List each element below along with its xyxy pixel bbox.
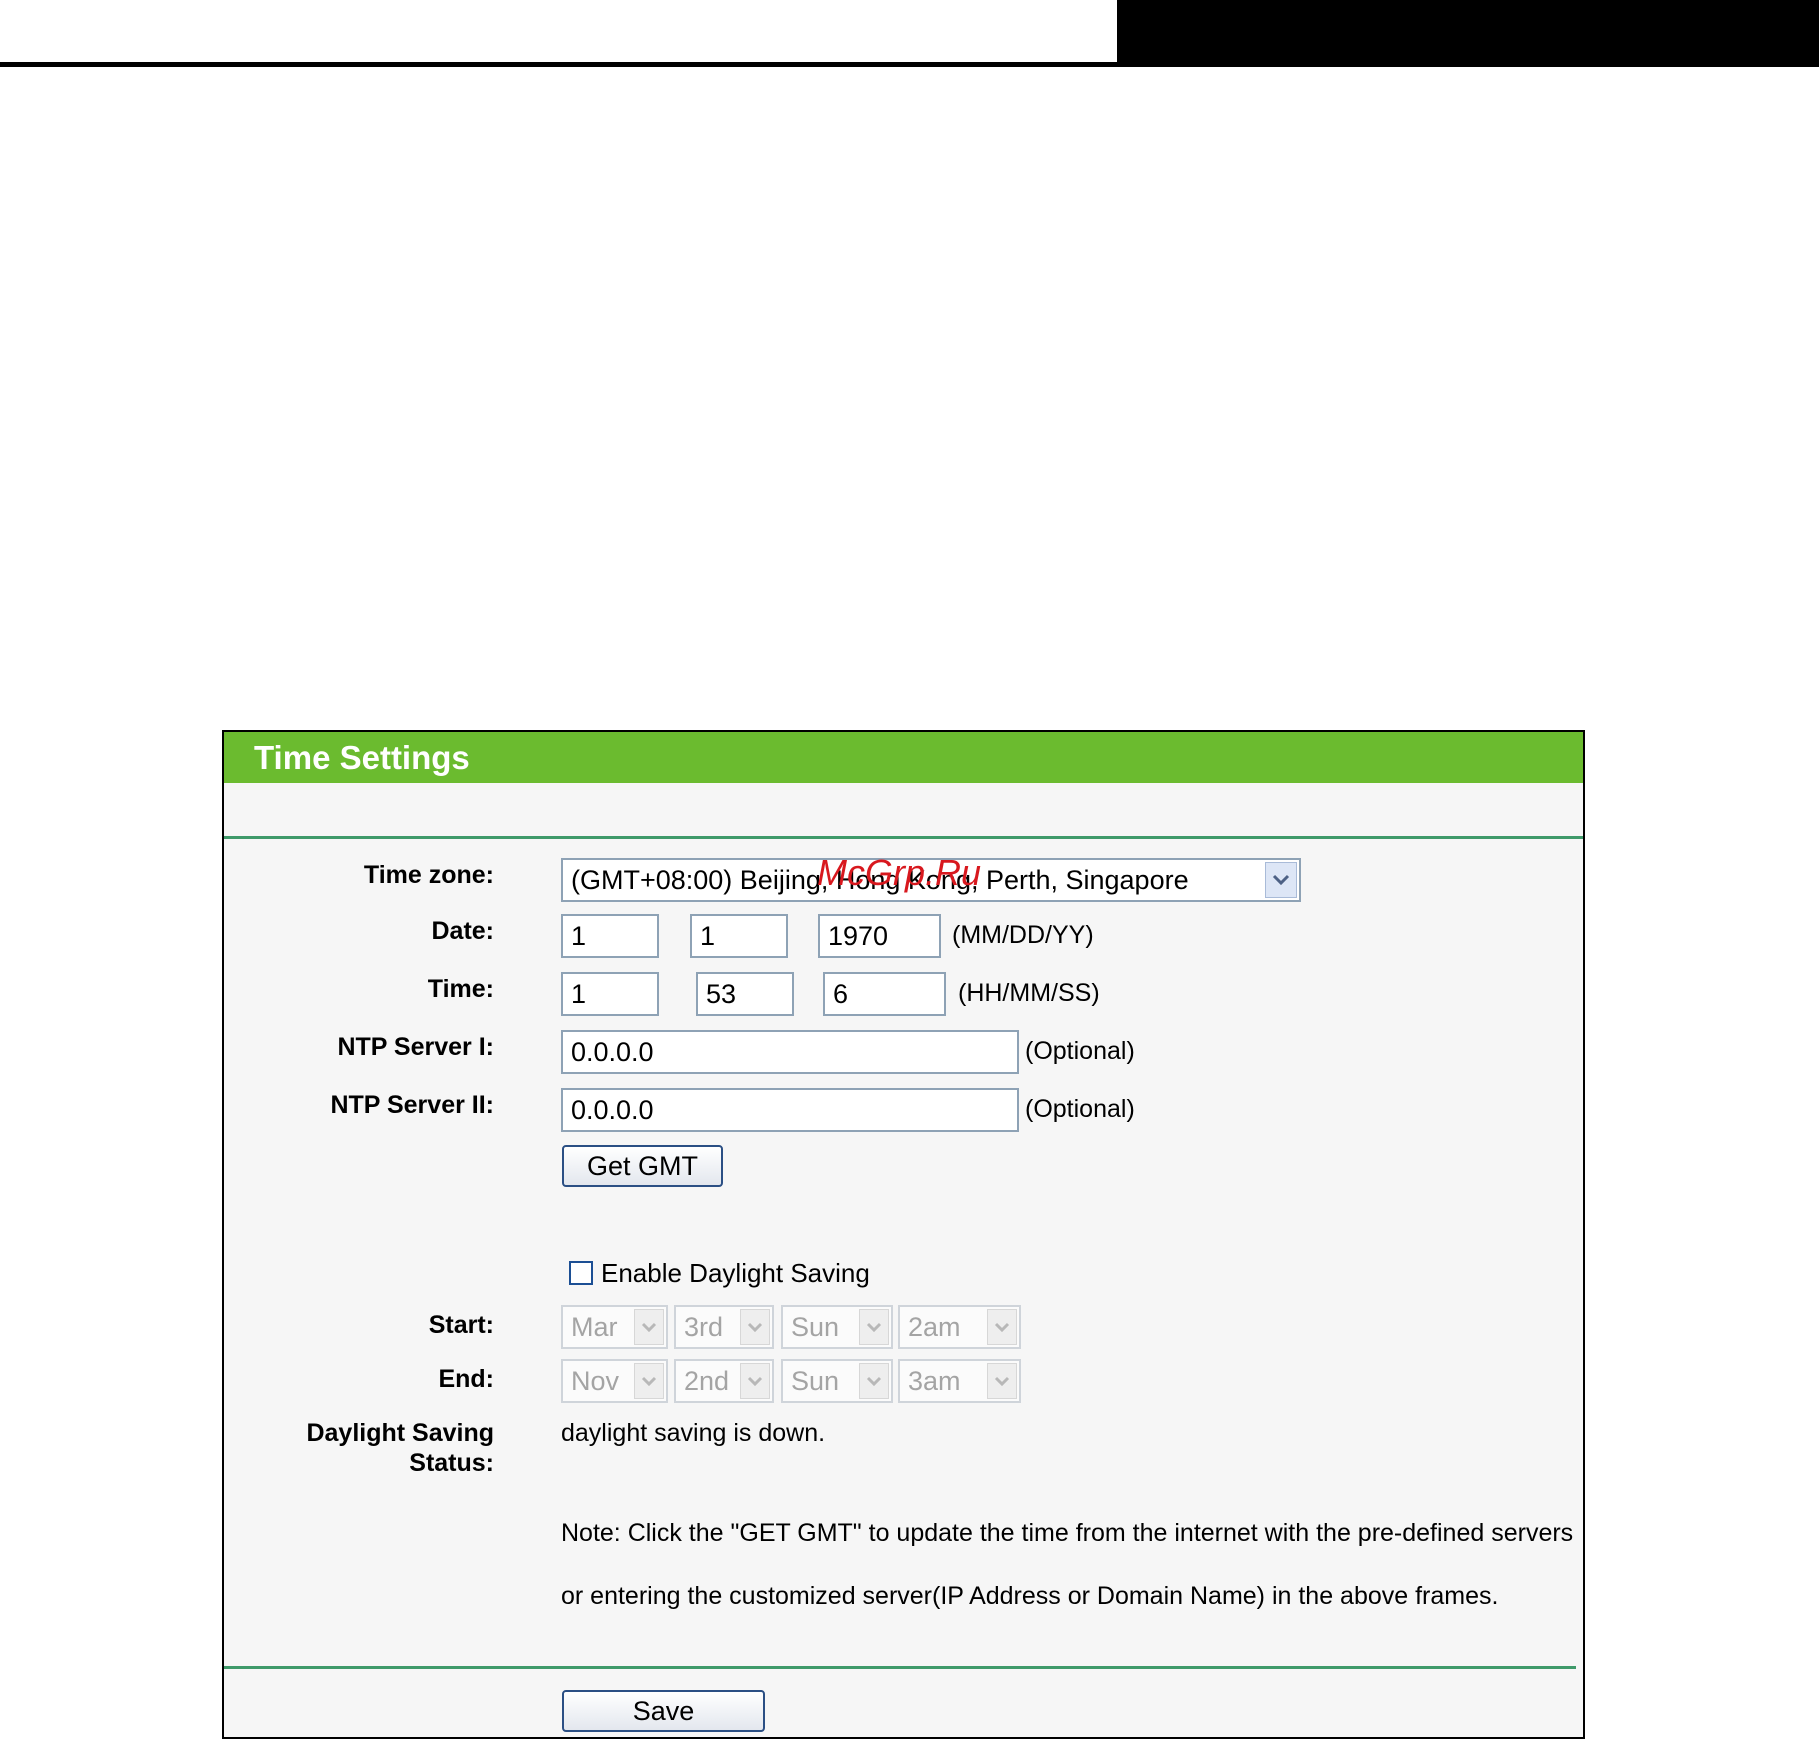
end-day-select[interactable]: Sun xyxy=(781,1359,893,1403)
footer-divider xyxy=(224,1666,1576,1669)
ntp-server-1-label: NTP Server I: xyxy=(337,1033,494,1061)
date-day-input[interactable]: 1 xyxy=(690,914,788,958)
chevron-down-icon[interactable] xyxy=(859,1363,889,1399)
start-hour-select[interactable]: 2am xyxy=(898,1305,1021,1349)
watermark: McGrp.Ru xyxy=(817,852,982,893)
chevron-down-icon[interactable] xyxy=(740,1309,770,1345)
end-week-select[interactable]: 2nd xyxy=(674,1359,774,1403)
time-format-hint: (HH/MM/SS) xyxy=(958,979,1100,1007)
header-divider xyxy=(224,836,1583,839)
ntp-server-2-hint: (Optional) xyxy=(1025,1095,1135,1123)
end-month-select[interactable]: Nov xyxy=(561,1359,668,1403)
time-second-input[interactable]: 6 xyxy=(823,972,946,1016)
end-hour-select[interactable]: 3am xyxy=(898,1359,1021,1403)
date-year-input[interactable]: 1970 xyxy=(818,914,941,958)
daylight-saving-checkbox[interactable] xyxy=(569,1261,593,1285)
start-day-select[interactable]: Sun xyxy=(781,1305,893,1349)
date-label: Date: xyxy=(431,917,494,945)
date-format-hint: (MM/DD/YY) xyxy=(952,921,1094,949)
start-month-select[interactable]: Mar xyxy=(561,1305,668,1349)
time-zone-label: Time zone: xyxy=(363,861,494,889)
ntp-server-2-label: NTP Server II: xyxy=(330,1091,494,1119)
chevron-down-icon[interactable] xyxy=(987,1309,1017,1345)
start-week-select[interactable]: 3rd xyxy=(674,1305,774,1349)
top-rule xyxy=(0,62,1819,67)
time-label: Time: xyxy=(427,975,494,1003)
ntp-server-1-input[interactable]: 0.0.0.0 xyxy=(561,1030,1019,1074)
note-line-1: Note: Click the "GET GMT" to update the … xyxy=(561,1519,1574,1547)
daylight-saving-label: Enable Daylight Saving xyxy=(601,1258,870,1288)
chevron-down-icon[interactable] xyxy=(859,1309,889,1345)
chevron-down-icon[interactable] xyxy=(987,1363,1017,1399)
top-black-block xyxy=(1117,0,1819,64)
chevron-down-icon[interactable] xyxy=(740,1363,770,1399)
note-line-2: or entering the customized server(IP Add… xyxy=(561,1582,1499,1610)
chevron-down-icon[interactable] xyxy=(1265,862,1297,898)
panel-title: Time Settings xyxy=(224,732,1583,783)
time-settings-panel: Time Settings Time zone: (GMT+08:00) Bei… xyxy=(222,730,1585,1739)
time-hour-input[interactable]: 1 xyxy=(561,972,659,1016)
ntp-server-1-hint: (Optional) xyxy=(1025,1037,1135,1065)
time-minute-input[interactable]: 53 xyxy=(696,972,794,1016)
ntp-server-2-input[interactable]: 0.0.0.0 xyxy=(561,1088,1019,1132)
get-gmt-button[interactable]: Get GMT xyxy=(562,1145,723,1187)
end-label: End: xyxy=(438,1365,494,1393)
daylight-status-value: daylight saving is down. xyxy=(561,1419,826,1447)
save-button[interactable]: Save xyxy=(562,1690,765,1732)
start-label: Start: xyxy=(428,1311,494,1339)
date-month-input[interactable]: 1 xyxy=(561,914,659,958)
chevron-down-icon[interactable] xyxy=(634,1309,664,1345)
chevron-down-icon[interactable] xyxy=(634,1363,664,1399)
daylight-status-label: Daylight Saving Status: xyxy=(306,1419,494,1477)
